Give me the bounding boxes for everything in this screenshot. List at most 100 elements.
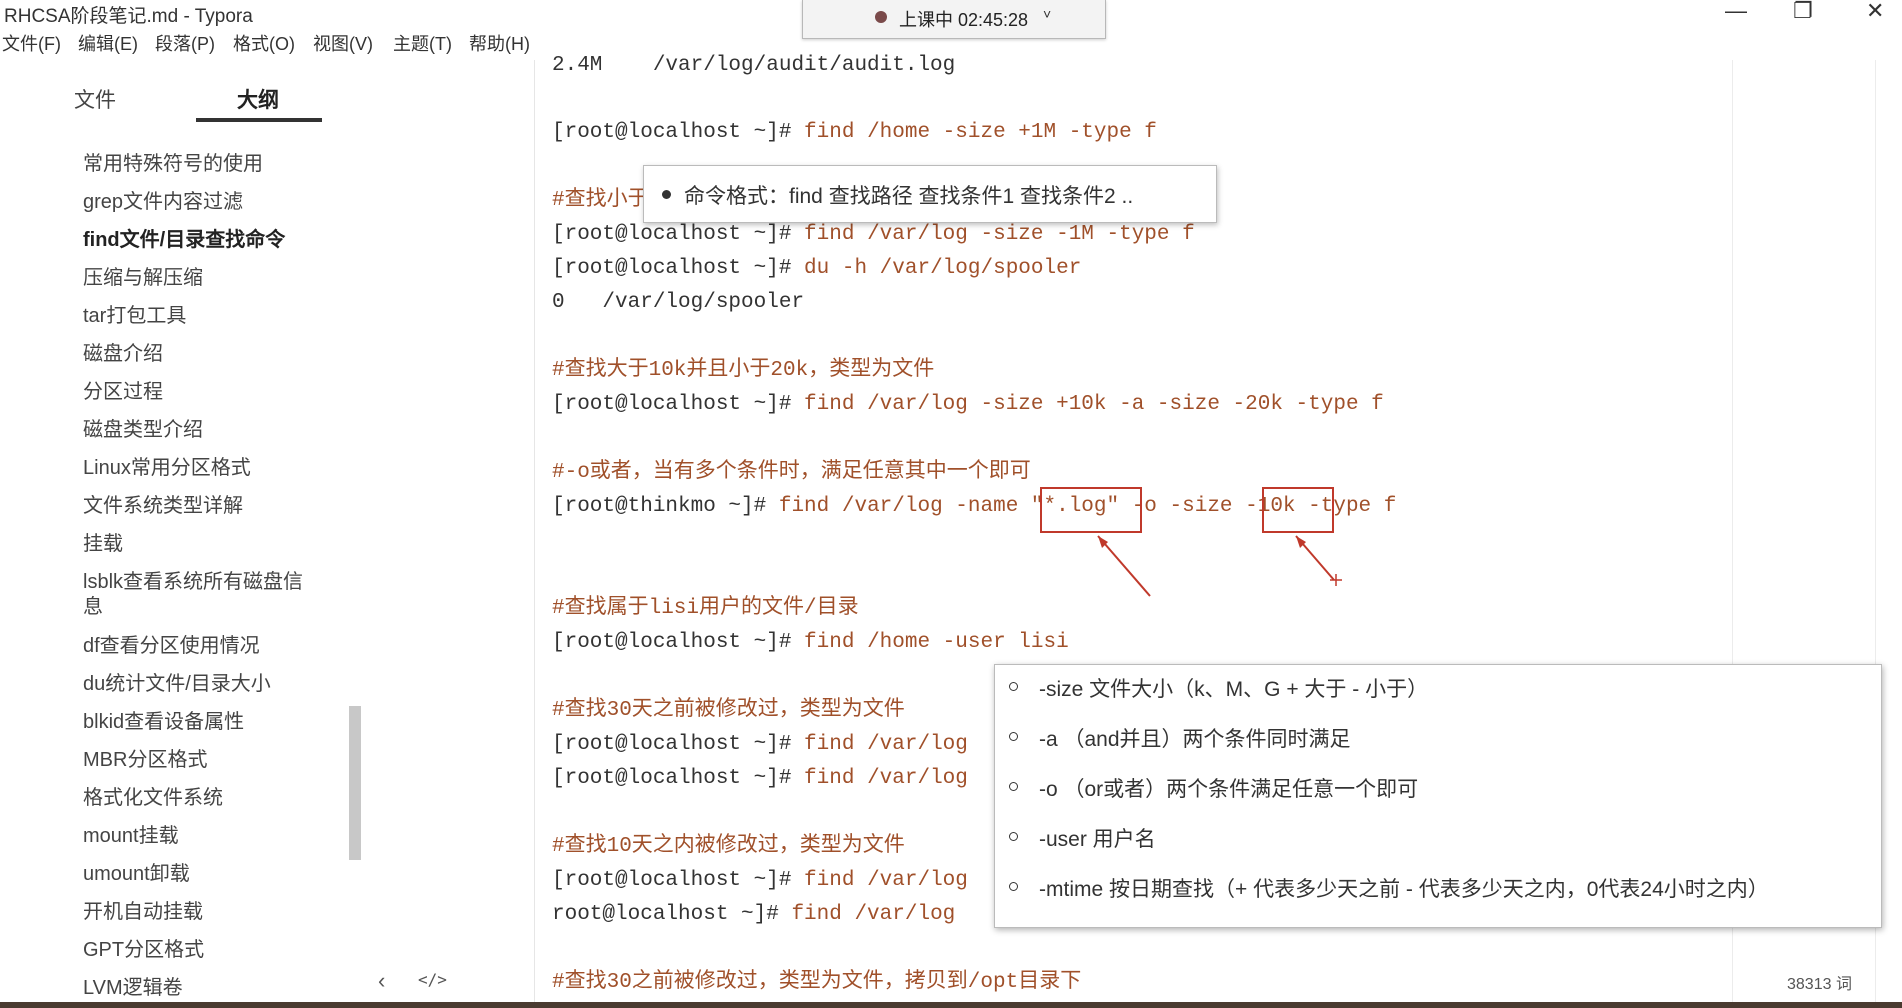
tab-active-indicator <box>196 118 322 122</box>
outline-item[interactable]: GPT分区格式 <box>83 938 204 963</box>
sidebar-divider <box>534 60 535 1008</box>
code-command: [root@localhost ~]# find /var/log <box>552 765 968 793</box>
code-command: [root@localhost ~]# find /var/log -size … <box>552 391 1384 419</box>
word-count[interactable]: 38313 词 <box>1787 970 1852 994</box>
outline-item[interactable]: 压缩与解压缩 <box>83 266 203 291</box>
outline-item[interactable]: mount挂载 <box>83 824 179 849</box>
code-command: [root@localhost ~]# find /var/log <box>552 867 968 895</box>
options-tooltip: -size 文件大小（k、M、G + 大于 - 小于） -a （and并且）两个… <box>994 664 1882 928</box>
outline-item[interactable]: 文件系统类型详解 <box>83 494 243 519</box>
command-format-tooltip: 命令格式：find 查找路径 查找条件1 查找条件2 .. <box>643 165 1217 223</box>
sidebar: 文件 大纲 常用特殊符号的使用 grep文件内容过滤 find文件/目录查找命令… <box>0 60 361 1008</box>
outline-item[interactable]: 格式化文件系统 <box>83 786 223 811</box>
outline-item[interactable]: 常用特殊符号的使用 <box>83 152 263 177</box>
code-comment: #-o或者，当有多个条件时，满足任意其中一个即可 <box>552 461 1031 484</box>
outline-item[interactable]: tar打包工具 <box>83 304 186 329</box>
outline-item[interactable]: 分区过程 <box>83 380 163 405</box>
maximize-icon[interactable]: ❐ <box>1793 0 1813 24</box>
code-command: [root@localhost ~]# find /home -user lis… <box>552 629 1069 657</box>
window-title: RHCSA阶段笔记.md - Typora <box>4 6 253 27</box>
code-command: [root@localhost ~]# find /var/log -size … <box>552 221 1195 249</box>
outline-item-active[interactable]: find文件/目录查找命令 <box>83 228 285 253</box>
code-comment: #查找属于lisi用户的文件/目录 <box>552 597 859 620</box>
code-comment: #查找30之前被修改过，类型为文件，拷贝到/opt目录下 <box>552 971 1082 994</box>
tab-files[interactable]: 文件 <box>74 84 116 114</box>
outline-item[interactable]: MBR分区格式 <box>83 748 207 773</box>
command-text: find /var/log <box>791 869 968 892</box>
code-output: 2.4M /var/log/audit/audit.log <box>552 54 956 77</box>
shell-prompt: [root@localhost ~]# <box>552 257 792 280</box>
bullet-circle-icon <box>1009 732 1018 741</box>
bullet-circle-icon <box>1009 782 1018 791</box>
annotation-arrows <box>1097 535 1342 597</box>
option-text: -o （or或者）两个条件满足任意一个即可 <box>1039 778 1419 801</box>
code-command: [root@localhost ~]# find /var/log <box>552 731 968 759</box>
command-text: find /var/log -size +10k -a -size -20k -… <box>791 393 1384 416</box>
bullet-circle-icon <box>1009 832 1018 841</box>
close-icon[interactable]: ✕ <box>1866 0 1884 24</box>
option-text: -a （and并且）两个条件同时满足 <box>1039 728 1351 751</box>
bullet-circle-icon <box>1009 882 1018 891</box>
outline-item[interactable]: df查看分区使用情况 <box>83 634 260 659</box>
menu-format[interactable]: 格式(O) <box>233 30 295 56</box>
source-code-icon[interactable]: </> <box>418 970 447 989</box>
command-text: find /var/log -size -1M -type f <box>791 223 1195 246</box>
shell-prompt: [root@localhost ~]# <box>552 631 792 654</box>
code-output: 0 /var/log/spooler <box>552 291 805 314</box>
recording-label: 上课中 02:45:28 <box>899 10 1029 30</box>
option-text: -size 文件大小（k、M、G + 大于 - 小于） <box>1039 678 1429 701</box>
shell-prompt: [root@localhost ~]# <box>552 223 792 246</box>
sidebar-scrollbar[interactable] <box>349 706 361 860</box>
code-comment: #查找30天之前被修改过，类型为文件 <box>552 699 905 722</box>
menu-file[interactable]: 文件(F) <box>2 30 61 56</box>
outline-item[interactable]: du统计文件/目录大小 <box>83 672 271 697</box>
outline-item[interactable]: 挂载 <box>83 532 123 557</box>
chevron-down-icon[interactable]: ˅ <box>1043 6 1051 22</box>
record-icon <box>875 11 887 23</box>
shell-prompt: [root@thinkmo ~]# <box>552 495 767 518</box>
menu-theme[interactable]: 主题(T) <box>393 30 452 56</box>
menu-view[interactable]: 视图(V) <box>313 30 373 56</box>
command-text: find /var/log <box>791 767 968 790</box>
bullet-icon <box>662 190 671 199</box>
annotation-box-name <box>1040 487 1142 533</box>
outline-item-continued[interactable]: 息 <box>83 595 103 620</box>
command-text: du -h /var/log/spooler <box>791 257 1082 280</box>
outline-item[interactable]: umount卸载 <box>83 862 190 887</box>
taskbar-edge <box>0 1002 1902 1008</box>
shell-prompt: [root@localhost ~]# <box>552 121 792 144</box>
outline-item[interactable]: lsblk查看系统所有磁盘信 <box>83 570 303 595</box>
outline-item[interactable]: blkid查看设备属性 <box>83 710 244 735</box>
outline-item[interactable]: 磁盘类型介绍 <box>83 418 203 443</box>
code-command: [root@localhost ~]# find /home -size +1M… <box>552 119 1157 147</box>
outline-item[interactable]: grep文件内容过滤 <box>83 190 243 215</box>
collapse-sidebar-icon[interactable]: ‹ <box>378 968 385 994</box>
shell-prompt: [root@localhost ~]# <box>552 869 792 892</box>
command-text: find /var/log <box>778 903 956 926</box>
code-comment: #查找10天之内被修改过，类型为文件 <box>552 835 905 858</box>
outline-item[interactable]: LVM逻辑卷 <box>83 976 183 1001</box>
minimize-icon[interactable]: — <box>1725 0 1747 24</box>
menu-edit[interactable]: 编辑(E) <box>78 30 138 56</box>
tooltip-text: 命令格式：find 查找路径 查找条件1 查找条件2 .. <box>684 185 1134 208</box>
outline-item[interactable]: 开机自动挂载 <box>83 900 203 925</box>
shell-prompt: [root@localhost ~]# <box>552 733 792 756</box>
outline-item[interactable]: 磁盘介绍 <box>83 342 163 367</box>
tab-outline[interactable]: 大纲 <box>237 84 279 114</box>
command-text: find /home -user lisi <box>791 631 1069 654</box>
code-command: root@localhost ~]# find /var/log <box>552 901 955 929</box>
menu-paragraph[interactable]: 段落(P) <box>155 30 215 56</box>
shell-prompt: root@localhost ~]# <box>552 903 779 926</box>
menu-help[interactable]: 帮助(H) <box>469 30 530 56</box>
option-text: -user 用户名 <box>1039 828 1156 851</box>
outline-item[interactable]: Linux常用分区格式 <box>83 456 251 481</box>
command-text: find /var/log <box>791 733 968 756</box>
arrow-line <box>1097 535 1151 597</box>
annotation-box-size <box>1262 487 1334 533</box>
code-command: [root@localhost ~]# du -h /var/log/spool… <box>552 255 1081 283</box>
recording-indicator[interactable]: 上课中 02:45:28 ˅ <box>802 0 1106 39</box>
bullet-circle-icon <box>1009 682 1018 691</box>
option-text: -mtime 按日期查找（+ 代表多少天之前 - 代表多少天之内，0代表24小时… <box>1039 878 1769 901</box>
code-comment: #查找大于10k并且小于20k，类型为文件 <box>552 359 935 382</box>
shell-prompt: [root@localhost ~]# <box>552 767 792 790</box>
